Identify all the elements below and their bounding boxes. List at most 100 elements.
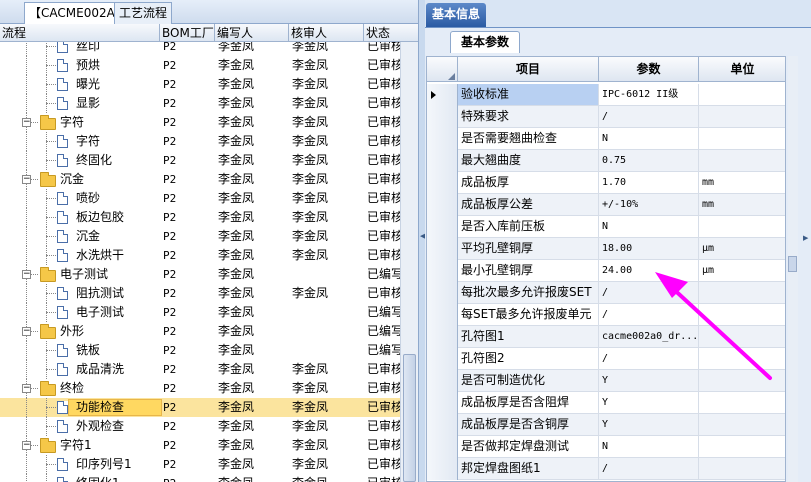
row-indicator[interactable] [427, 150, 458, 172]
param-unit-cell[interactable]: μm [699, 238, 785, 259]
collapse-icon[interactable]: − [22, 441, 31, 450]
row-indicator[interactable] [427, 238, 458, 260]
param-unit-cell[interactable] [699, 370, 785, 391]
tree-step-row[interactable]: 板边包胶 P2 李金凤 李金凤 已审核 [0, 208, 400, 227]
tree-group-row[interactable]: − 字符1 P2 李金凤 李金凤 已审核 [0, 436, 400, 455]
param-name-cell[interactable]: 是否做邦定焊盘测试 [458, 436, 599, 457]
param-unit-cell[interactable] [699, 392, 785, 413]
tree-step-row[interactable]: 电子测试 P2 李金凤 已编写 [0, 303, 400, 322]
param-unit-cell[interactable]: μm [699, 260, 785, 281]
param-value-cell[interactable]: Y [599, 414, 699, 435]
param-name-cell[interactable]: 验收标准 [458, 84, 599, 105]
tree-step-row[interactable]: 水洗烘干 P2 李金凤 李金凤 已审核 [0, 246, 400, 265]
collapse-icon[interactable]: − [22, 270, 31, 279]
param-unit-cell[interactable] [699, 414, 785, 435]
row-indicator[interactable] [427, 128, 458, 150]
param-row[interactable]: 邦定焊盘图纸1/ [427, 458, 785, 480]
param-name-cell[interactable]: 成品板厚公差 [458, 194, 599, 215]
param-unit-cell[interactable] [699, 150, 785, 171]
param-row[interactable]: 是否做邦定焊盘测试 N [427, 436, 785, 458]
row-indicator[interactable] [427, 414, 458, 436]
param-row[interactable]: 特殊要求 / [427, 106, 785, 128]
param-value-cell[interactable]: / [599, 282, 699, 303]
collapse-icon[interactable]: − [22, 327, 31, 336]
column-header-reviewer[interactable]: 核审人 [289, 24, 364, 42]
param-unit-cell[interactable] [699, 436, 785, 457]
tree-step-row[interactable]: 显影 P2 李金凤 李金凤 已审核 [0, 94, 400, 113]
tree-step-row[interactable]: 终固化 P2 李金凤 李金凤 已审核 [0, 151, 400, 170]
tree-step-row[interactable]: 铣板 P2 李金凤 已编写 [0, 341, 400, 360]
param-name-cell[interactable]: 特殊要求 [458, 106, 599, 127]
params-scrollbar[interactable] [788, 56, 798, 482]
param-unit-cell[interactable]: mm [699, 172, 785, 193]
row-indicator[interactable] [427, 194, 458, 216]
column-header-unit[interactable]: 单位 [699, 57, 785, 82]
column-header-item[interactable]: 项目 [458, 57, 599, 82]
param-value-cell[interactable]: / [599, 348, 699, 369]
tree-step-row[interactable]: 预烘 P2 李金凤 李金凤 已审核 [0, 56, 400, 75]
param-row[interactable]: 成品板厚公差 +/-10% mm [427, 194, 785, 216]
param-name-cell[interactable]: 是否需要翘曲检查 [458, 128, 599, 149]
param-row[interactable]: 验收标准 IPC-6012 II级 [427, 84, 785, 106]
row-indicator[interactable] [427, 84, 458, 106]
tree-scrollbar[interactable] [400, 42, 418, 482]
param-unit-cell[interactable] [699, 326, 785, 347]
row-indicator[interactable] [427, 172, 458, 194]
tree-step-row[interactable]: 阻抗测试 P2 李金凤 李金凤 已审核 [0, 284, 400, 303]
param-value-cell[interactable]: N [599, 128, 699, 149]
param-unit-cell[interactable] [699, 216, 785, 237]
param-unit-cell[interactable] [699, 348, 785, 369]
row-indicator[interactable] [427, 326, 458, 348]
param-row[interactable]: 是否需要翘曲检查 N [427, 128, 785, 150]
row-indicator[interactable] [427, 282, 458, 304]
param-row[interactable]: 孔符图2/ [427, 348, 785, 370]
collapse-icon[interactable]: − [22, 175, 31, 184]
tree-group-row[interactable]: − 终检 P2 李金凤 李金凤 已审核 [0, 379, 400, 398]
row-indicator[interactable] [427, 348, 458, 370]
param-value-cell[interactable]: +/-10% [599, 194, 699, 215]
param-name-cell[interactable]: 成品板厚是否含阻焊 [458, 392, 599, 413]
param-name-cell[interactable]: 最小孔壁铜厚 [458, 260, 599, 281]
tree-step-row[interactable]: 终固化1P2李金凤李金凤已审核 [0, 474, 400, 482]
tree-scrollbar-thumb[interactable] [403, 354, 416, 482]
param-name-cell[interactable]: 成品板厚 [458, 172, 599, 193]
param-row[interactable]: 平均孔壁铜厚 18.00 μm [427, 238, 785, 260]
tree-step-row[interactable]: 功能检查 P2 李金凤 李金凤 已审核 [0, 398, 400, 417]
column-header-status[interactable]: 状态 [364, 24, 418, 42]
param-value-cell[interactable]: N [599, 216, 699, 237]
column-header-param[interactable]: 参数 [599, 57, 699, 82]
row-indicator[interactable] [427, 260, 458, 282]
grid-select-all-corner[interactable] [427, 57, 458, 82]
param-row[interactable]: 成品板厚是否含铜厚 Y [427, 414, 785, 436]
row-indicator[interactable] [427, 106, 458, 128]
tab-process-flow[interactable]: 工艺流程 [114, 2, 173, 24]
tree-group-row[interactable]: − 外形 P2 李金凤 已编写 [0, 322, 400, 341]
row-indicator[interactable] [427, 370, 458, 392]
column-header-writer[interactable]: 编写人 [215, 24, 289, 42]
param-name-cell[interactable]: 平均孔壁铜厚 [458, 238, 599, 259]
param-unit-cell[interactable]: mm [699, 194, 785, 215]
param-row[interactable]: 是否可制造优化 Y [427, 370, 785, 392]
param-value-cell[interactable]: / [599, 304, 699, 325]
param-value-cell[interactable]: 0.75 [599, 150, 699, 171]
row-indicator[interactable] [427, 458, 458, 480]
param-value-cell[interactable]: cacme002a0_dr... [599, 326, 699, 347]
param-value-cell[interactable]: 24.00 [599, 260, 699, 281]
tab-basic-params[interactable]: 基本参数 [450, 31, 521, 53]
param-value-cell[interactable]: / [599, 106, 699, 127]
param-row[interactable]: 成品板厚是否含阻焊 Y [427, 392, 785, 414]
column-header-bom-factory[interactable]: BOM工厂 [160, 24, 215, 42]
row-indicator[interactable] [427, 304, 458, 326]
param-value-cell[interactable]: / [599, 458, 699, 479]
param-name-cell[interactable]: 最大翘曲度 [458, 150, 599, 171]
param-value-cell[interactable]: Y [599, 370, 699, 391]
param-unit-cell[interactable] [699, 282, 785, 303]
param-row[interactable]: 每SET最多允许报废单元 / [427, 304, 785, 326]
tree-group-row[interactable]: − 电子测试 P2 李金凤 已编写 [0, 265, 400, 284]
param-unit-cell[interactable] [699, 304, 785, 325]
tab-basic-info[interactable]: 基本信息 [426, 3, 487, 27]
param-name-cell[interactable]: 邦定焊盘图纸1 [458, 458, 599, 479]
param-row[interactable]: 孔符图1 cacme002a0_dr... [427, 326, 785, 348]
param-name-cell[interactable]: 成品板厚是否含铜厚 [458, 414, 599, 435]
param-unit-cell[interactable] [699, 84, 785, 105]
